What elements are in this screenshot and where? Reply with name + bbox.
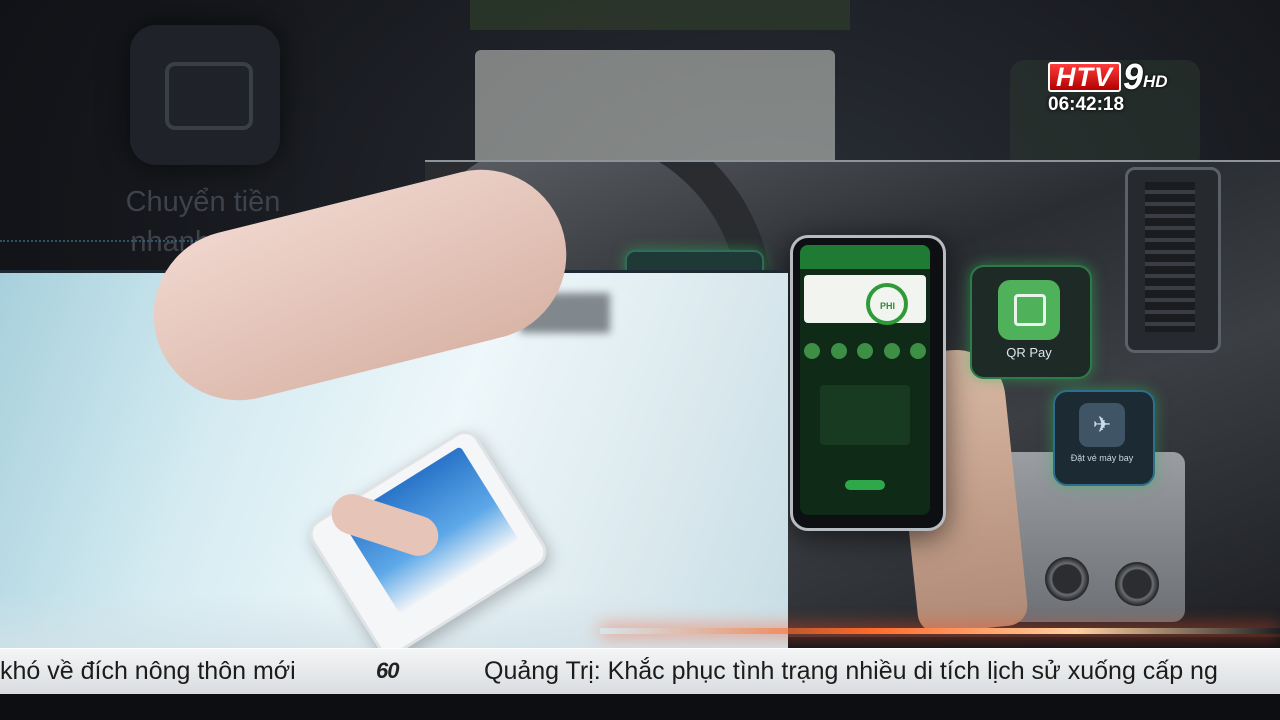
broadcast-clock: 06:42:18 [1048, 94, 1125, 115]
ticker-text-current: Quảng Trị: Khắc phục tình trạng nhiều di… [484, 657, 1218, 685]
phone-screen: PHI [800, 245, 930, 515]
channel-logo-number: 9 [1123, 56, 1144, 97]
shortcut-icon [830, 343, 847, 359]
ticker-text-previous: khó về đích nông thôn mới [0, 657, 296, 685]
qr-code-icon [1014, 294, 1046, 326]
brand-name: PHI [880, 301, 896, 311]
console-knob [1045, 557, 1089, 601]
card-icon [165, 62, 253, 130]
ticker-separator-logo: 60 [376, 658, 399, 683]
app-header [800, 245, 930, 269]
bank-icon [820, 385, 910, 445]
channel-logo-letters: HTV [1048, 62, 1121, 92]
light-streak [600, 628, 1280, 634]
shortcut-icon [804, 343, 820, 359]
caption-line-1: Chuyển tiền [125, 186, 281, 218]
background-screen [475, 50, 835, 165]
shortcut-icon [857, 343, 873, 359]
background-bar [470, 0, 850, 30]
console-knob [1115, 562, 1159, 606]
app-banner: PHI [804, 275, 926, 325]
app-button [845, 480, 885, 490]
flight-booking-label: Đặt vé máy bay [1070, 453, 1134, 463]
channel-logo-hd: HD [1143, 72, 1168, 91]
shortcut-icon [883, 343, 900, 359]
qr-pay-label: QR Pay [1006, 345, 1052, 360]
channel-logo: HTV 9 HD [1048, 56, 1168, 97]
bottom-strip [0, 694, 1280, 720]
air-vent-slats [1145, 182, 1195, 332]
shortcut-icon [910, 343, 926, 359]
app-shortcuts [804, 343, 926, 361]
airplane-seat-icon: ✈ [1079, 403, 1125, 447]
